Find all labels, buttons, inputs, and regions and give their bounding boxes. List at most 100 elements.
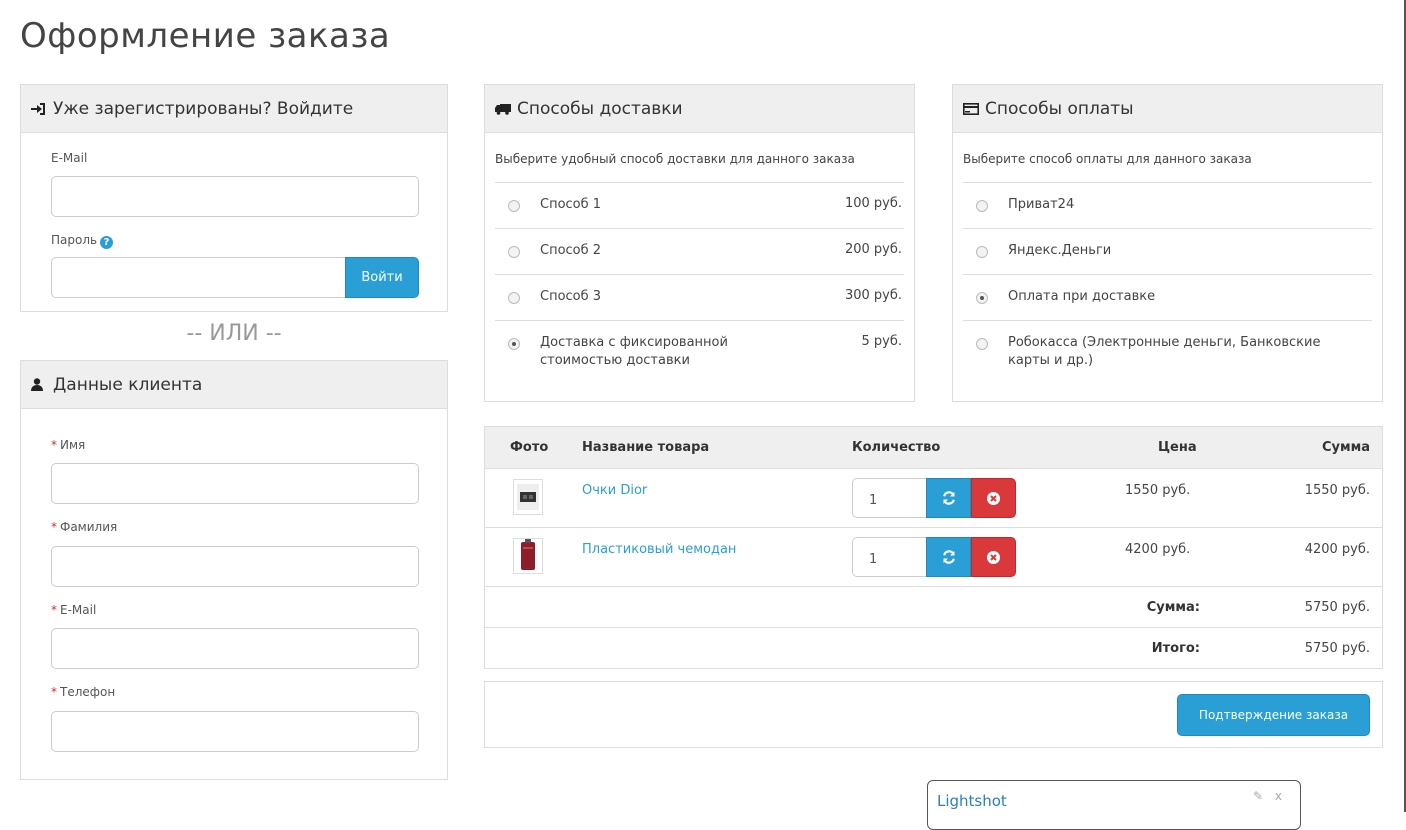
login-password-label: Пароль?	[51, 233, 114, 249]
login-password-input[interactable]	[51, 257, 347, 298]
delivery-option-price: 5 руб.	[861, 334, 903, 349]
customer-heading: Данные клиента	[21, 361, 447, 409]
item-sum: 1550 руб.	[1304, 483, 1370, 498]
delivery-option[interactable]: Доставка с фиксированной стоимостью дост…	[495, 320, 904, 380]
delivery-option-label: Способ 1	[540, 197, 602, 212]
customer-panel: Данные клиента * Имя * Фамилия * E-Mail * Те…	[20, 360, 448, 780]
total-label: Итого:	[1151, 641, 1200, 656]
refresh-icon	[942, 491, 955, 505]
payment-panel: Способы оплаты Выберите способ оплаты дл…	[952, 84, 1383, 402]
quantity-input[interactable]: 1	[852, 478, 927, 518]
total-value: 5750 руб.	[1304, 641, 1370, 656]
phone-label: * Телефон	[51, 685, 115, 699]
payment-description: Выберите способ оплаты для данного заказ…	[963, 152, 1252, 166]
table-row: Очки Dior 1 1550 руб. 1550 руб.	[485, 469, 1382, 528]
close-circle-icon	[987, 491, 1000, 505]
item-price: 4200 руб.	[1125, 542, 1191, 557]
payment-option[interactable]: Робокасса (Электронные деньги, Банковски…	[963, 320, 1372, 380]
login-heading: Уже зарегистрированы? Войдите	[21, 85, 447, 133]
confirm-panel: Подтверждение заказа	[484, 681, 1383, 748]
delivery-option[interactable]: Способ 3 300 руб.	[495, 274, 904, 320]
lightshot-tools[interactable]: ✎ x	[1253, 789, 1286, 803]
refresh-button[interactable]	[926, 537, 971, 577]
login-email-input[interactable]	[51, 176, 419, 217]
delivery-option-radio[interactable]	[508, 338, 520, 350]
truck-icon	[495, 102, 511, 116]
subtotal-value: 5750 руб.	[1304, 600, 1370, 615]
user-icon	[31, 378, 47, 392]
or-divider: -- ИЛИ --	[186, 321, 282, 346]
delivery-option-radio[interactable]	[508, 292, 520, 304]
subtotal-label: Сумма:	[1146, 600, 1200, 615]
delivery-option[interactable]: Способ 2 200 руб.	[495, 228, 904, 274]
login-heading-text: Уже зарегистрированы? Войдите	[53, 98, 354, 119]
cart-header-row: Фото Название товара Количество Цена Сум…	[485, 427, 1382, 469]
customer-heading-text: Данные клиента	[53, 374, 203, 395]
col-price: Цена	[1158, 440, 1197, 455]
col-name: Название товара	[582, 440, 710, 455]
payment-heading-text: Способы оплаты	[985, 98, 1134, 119]
payment-option[interactable]: Приват24	[963, 182, 1372, 228]
product-thumbnail[interactable]	[513, 538, 543, 574]
required-mark: *	[51, 520, 57, 534]
phone-input[interactable]	[51, 711, 419, 752]
delivery-option-label: Способ 3	[540, 289, 602, 304]
payment-option[interactable]: Оплата при доставке	[963, 274, 1372, 320]
delivery-option[interactable]: Способ 1 100 руб.	[495, 182, 904, 228]
col-sum: Сумма	[1321, 440, 1370, 455]
item-price: 1550 руб.	[1125, 483, 1191, 498]
first-name-label-text: Имя	[60, 438, 86, 452]
credit-card-icon	[963, 102, 979, 116]
last-name-input[interactable]	[51, 546, 419, 587]
delivery-option-price: 300 руб.	[844, 288, 902, 303]
last-name-label: * Фамилия	[51, 520, 117, 534]
payment-heading: Способы оплаты	[953, 85, 1382, 133]
refresh-button[interactable]	[926, 478, 971, 518]
payment-option-radio[interactable]	[976, 200, 988, 212]
delivery-heading: Способы доставки	[485, 85, 914, 133]
total-row: Итого: 5750 руб.	[485, 628, 1382, 668]
delivery-option-price: 100 руб.	[844, 196, 902, 211]
required-mark: *	[51, 603, 57, 617]
table-row: Пластиковый чемодан 1 4200 руб. 4200 руб…	[485, 528, 1382, 587]
remove-button[interactable]	[971, 537, 1016, 577]
payment-option-radio[interactable]	[976, 292, 988, 304]
page-title: Оформление заказа	[20, 16, 391, 56]
delivery-heading-text: Способы доставки	[517, 98, 683, 119]
payment-option[interactable]: Яндекс.Деньги	[963, 228, 1372, 274]
subtotal-row: Сумма: 5750 руб.	[485, 587, 1382, 628]
refresh-icon	[942, 550, 955, 564]
first-name-input[interactable]	[51, 463, 419, 504]
payment-option-radio[interactable]	[976, 338, 988, 350]
login-panel: Уже зарегистрированы? Войдите E-Mail Пар…	[20, 84, 448, 312]
quantity-input[interactable]: 1	[852, 537, 927, 577]
delivery-option-label: Способ 2	[540, 243, 602, 258]
login-password-label-text: Пароль	[51, 233, 98, 247]
payment-option-label: Приват24	[1008, 197, 1075, 212]
payment-option-radio[interactable]	[976, 246, 988, 258]
sign-in-icon	[31, 102, 47, 116]
delivery-option-radio[interactable]	[508, 200, 520, 212]
customer-email-label-text: E-Mail	[60, 603, 97, 617]
login-email-label: E-Mail	[51, 151, 88, 165]
product-thumbnail[interactable]	[513, 479, 543, 515]
cart-table: Фото Название товара Количество Цена Сум…	[484, 426, 1383, 669]
lightshot-popup[interactable]: Lightshot ✎ x	[927, 780, 1301, 830]
required-mark: *	[51, 438, 57, 452]
payment-option-label: Оплата при доставке	[1008, 289, 1156, 304]
product-link[interactable]: Очки Dior	[582, 483, 647, 498]
col-photo: Фото	[510, 440, 549, 455]
login-button[interactable]: Войти	[345, 257, 419, 298]
delivery-option-label: Доставка с фиксированной стоимостью дост…	[540, 335, 728, 368]
phone-label-text: Телефон	[60, 685, 116, 699]
delivery-option-price: 200 руб.	[844, 242, 902, 257]
item-sum: 4200 руб.	[1304, 542, 1370, 557]
product-link[interactable]: Пластиковый чемодан	[582, 542, 736, 557]
lightshot-title[interactable]: Lightshot	[937, 792, 1007, 810]
remove-button[interactable]	[971, 478, 1016, 518]
customer-email-input[interactable]	[51, 628, 419, 669]
help-icon[interactable]: ?	[100, 236, 114, 249]
payment-option-label: Робокасса (Электронные деньги, Банковски…	[1008, 335, 1321, 368]
delivery-option-radio[interactable]	[508, 246, 520, 258]
confirm-order-button[interactable]: Подтверждение заказа	[1177, 694, 1370, 736]
